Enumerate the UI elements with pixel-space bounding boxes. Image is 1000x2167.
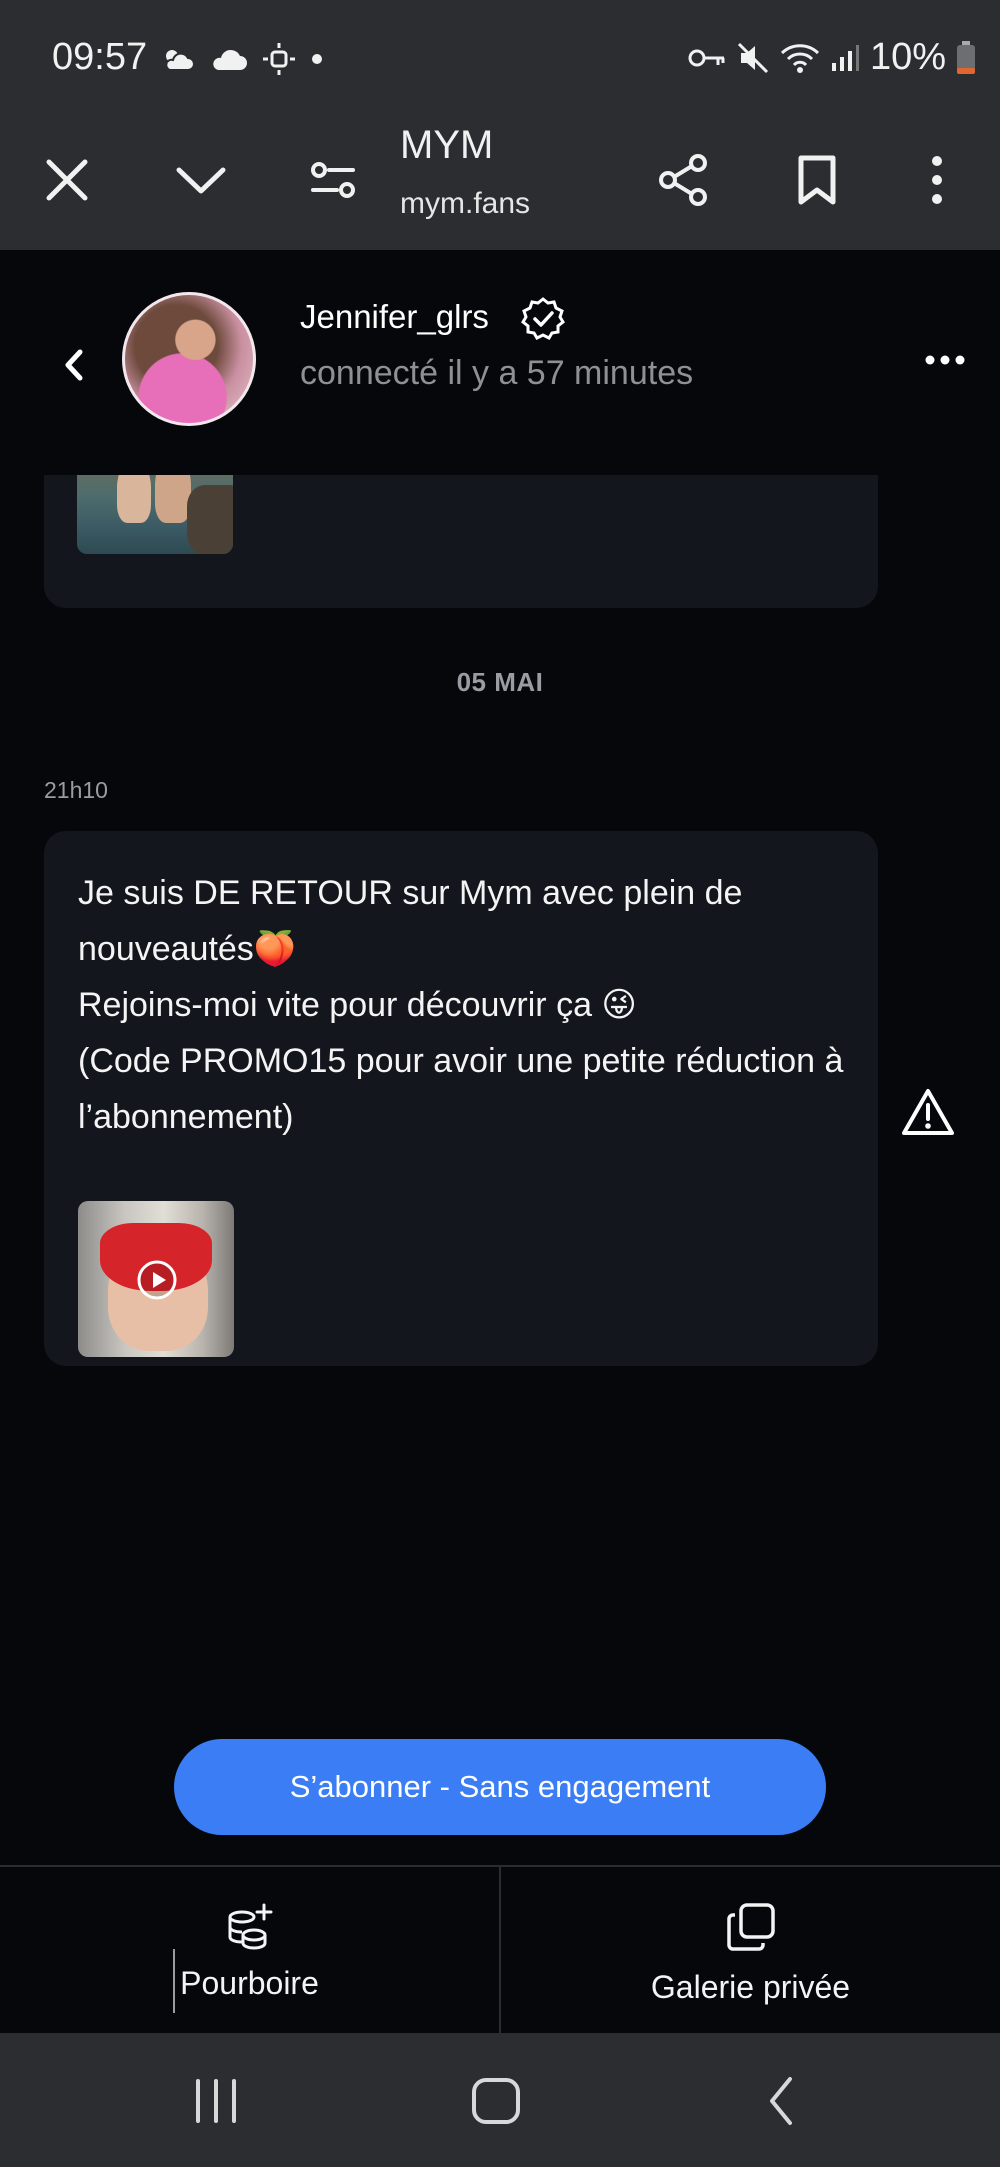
bottom-actions: Pourboire Galerie privée: [0, 1865, 1000, 2033]
status-bar: 09:57 10%: [0, 0, 1000, 115]
share-button[interactable]: [648, 145, 718, 215]
play-icon: [137, 1260, 177, 1300]
media-thumbnail[interactable]: [77, 475, 233, 554]
mute-icon: [737, 42, 768, 73]
last-seen-status: connecté il y a 57 minutes: [300, 354, 694, 392]
status-icons-left: [160, 42, 324, 76]
share-icon: [659, 154, 707, 206]
home-icon: [472, 2078, 520, 2124]
brightness-icon: [263, 43, 295, 75]
date-separator: 05 MAI: [456, 667, 544, 697]
dot-icon: [312, 54, 322, 64]
more-vertical-icon: [932, 156, 942, 204]
system-back-button[interactable]: [752, 2073, 812, 2129]
warning-icon: [902, 1089, 954, 1135]
status-time: 09:57: [52, 36, 148, 78]
message-timestamp: 21h10: [44, 777, 108, 803]
battery-percentage: 10%: [869, 36, 946, 78]
copy-icon: [726, 1903, 775, 1951]
battery-icon: [957, 40, 975, 74]
recent-apps-icon: [196, 2079, 236, 2123]
close-button[interactable]: [32, 145, 102, 215]
report-button[interactable]: [900, 1087, 956, 1139]
back-arrow-icon: [770, 2077, 792, 2125]
key-icon: [688, 49, 725, 66]
signal-icon: [831, 44, 859, 71]
page-url[interactable]: mym.fans: [400, 187, 530, 221]
message-bubble: Je suis DE RETOUR sur Mym avec plein de …: [44, 831, 878, 1366]
menu-button[interactable]: [902, 145, 972, 215]
video-thumbnail[interactable]: [78, 1201, 234, 1357]
back-button[interactable]: [50, 340, 100, 390]
chevron-down-icon: [176, 167, 226, 194]
message-text: Je suis DE RETOUR sur Mym avec plein de …: [78, 874, 844, 1136]
recent-apps-button[interactable]: [186, 2073, 246, 2129]
browser-toolbar: MYM mym.fans: [0, 115, 1000, 250]
bookmark-button[interactable]: [782, 145, 852, 215]
wifi-icon: [780, 43, 819, 73]
close-icon: [46, 159, 88, 201]
chat-options-button[interactable]: [920, 345, 970, 375]
message-bubble: [44, 475, 878, 608]
verified-icon: [521, 297, 565, 340]
avatar[interactable]: [122, 292, 256, 426]
cloud-icon: [213, 49, 247, 70]
system-nav-bar: [0, 2033, 1000, 2167]
partly-cloudy-icon: [165, 50, 195, 71]
home-button[interactable]: [466, 2073, 526, 2129]
tip-button[interactable]: Pourboire: [0, 1867, 499, 2033]
tip-label: Pourboire: [180, 1965, 319, 2001]
subscribe-button[interactable]: S’abonner - Sans engagement: [174, 1739, 826, 1835]
site-settings-button[interactable]: [298, 145, 368, 215]
message-list[interactable]: 05 MAI 21h10 Je suis DE RETOUR sur Mym a…: [0, 475, 1000, 1865]
chat-header: Jennifer_glrs connecté il y a 57 minutes: [0, 250, 1000, 475]
chevron-left-icon: [65, 349, 83, 381]
coins-plus-icon: [228, 1903, 272, 1950]
more-horizontal-icon: [925, 355, 965, 365]
page-title: MYM: [400, 123, 494, 167]
username[interactable]: Jennifer_glrs: [300, 298, 489, 336]
tune-icon: [311, 162, 355, 198]
gallery-label: Galerie privée: [650, 1969, 851, 2005]
private-gallery-button[interactable]: Galerie privée: [499, 1867, 1000, 2033]
status-icons-right: 10%: [688, 36, 976, 79]
bookmark-icon: [798, 155, 836, 205]
minimize-button[interactable]: [166, 145, 236, 215]
